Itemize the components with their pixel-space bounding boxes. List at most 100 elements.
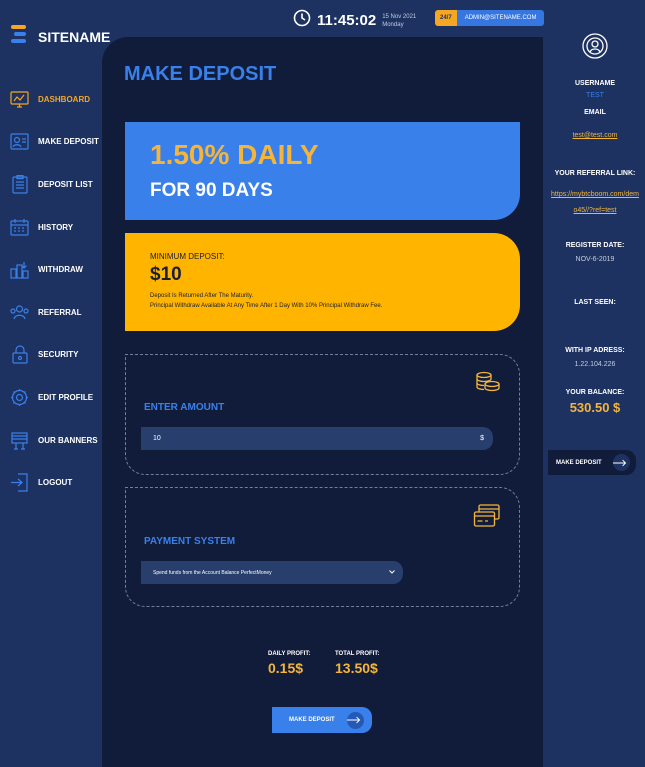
chevron-down-icon [389,569,395,576]
referral-link-cont[interactable]: o45//?ref=test [573,207,616,214]
minimum-deposit-note: Deposit Is Returned After The Maturity. … [150,291,382,311]
brand-name: SITENAME [38,28,111,45]
sidebar-item-security[interactable]: SECURITY [10,334,105,377]
sidebar-item-logout[interactable]: LOGOUT [10,461,105,504]
amount-card: ENTER AMOUNT 10 $ [125,354,520,475]
sidebar-item-label: MAKE DEPOSIT [38,137,99,147]
clock-weekday: Monday [382,21,404,28]
logo-icon [11,24,28,49]
payment-card: PAYMENT SYSTEM Spend funds from the Acco… [125,487,520,607]
clock-date-block: 15 Nov 2021 Monday [382,13,416,29]
sidebar-item-withdraw[interactable]: WITHDRAW [10,248,105,291]
amount-value: 10 [153,435,161,442]
dashboard-icon [10,90,29,109]
email-link[interactable]: test@test.com [573,132,618,139]
clock-time: 11:45:02 [317,12,377,29]
minimum-deposit-value: $10 [150,264,182,285]
profile-register: REGISTER DATE: NOV-6-2019 [545,242,645,263]
gear-icon [10,388,29,407]
plan-rate: 1.50% DAILY [150,139,319,170]
sidebar-item-label: OUR BANNERS [38,435,98,445]
profile-ip: WITH IP ADRESS: 1.22.104.226 [545,347,645,368]
credit-card-icon [473,503,501,534]
logout-icon [10,473,29,492]
username-value: TEST [586,92,604,99]
username-label: USERNAME [574,80,616,87]
referral-link[interactable]: https://mybtcboom.com/dem [551,191,639,198]
withdraw-icon [10,260,29,279]
support-email[interactable]: ADMIN@SITENAME.COM [456,10,545,26]
header-clock: 11:45:02 15 Nov 2021 Monday [293,9,416,32]
ip-value: 1.22.104.226 [574,361,616,368]
make-deposit-button[interactable]: MAKE DEPOSIT [272,707,372,733]
arrow-right-icon [347,711,364,729]
sidebar-item-edit-profile[interactable]: EDIT PROFILE [10,376,105,419]
deposit-icon [10,132,29,151]
clock-icon [293,9,311,32]
sidebar-item-label: DEPOSIT LIST [38,179,93,189]
sidebar-item-make-deposit[interactable]: MAKE DEPOSIT [10,121,105,164]
payment-title: PAYMENT SYSTEM [144,536,236,547]
sidebar-item-referral[interactable]: REFERRAL [10,291,105,334]
profile-balance: YOUR BALANCE: 530.50 $ [545,389,645,415]
sidebar-item-label: WITHDRAW [38,265,83,275]
note-line: Deposit Is Returned After The Maturity. [150,293,254,299]
profile-last-seen: LAST SEEN: [545,299,645,306]
support-badge: 24/7 [435,10,457,26]
note-line: Principal Withdraw Available At Any Time… [150,303,383,309]
sidebar-item-dashboard[interactable]: DASHBOARD [10,78,105,121]
register-date: NOV-6-2019 [575,256,615,263]
sidebar-nav: DASHBOARD MAKE DEPOSIT DEPOSIT LIST HIST… [10,78,105,504]
page-title: MAKE DEPOSIT [124,63,277,85]
referral-label: YOUR REFERRAL LINK: [554,170,636,177]
arrow-right-icon [613,454,630,471]
sidebar-make-deposit-button[interactable]: MAKE DEPOSIT [548,450,636,475]
daily-profit: DAILY PROFIT: 0.15$ [268,651,310,676]
profile-username: USERNAME TEST [545,80,645,99]
main-panel: MAKE DEPOSIT 1.50% DAILY FOR 90 DAYS MIN… [102,37,543,767]
register-label: REGISTER DATE: [565,242,625,249]
total-profit-label: TOTAL PROFIT: [335,651,380,657]
sidebar-item-label: LOGOUT [38,478,73,488]
banner-icon [10,431,29,450]
make-deposit-label: MAKE DEPOSIT [556,459,602,466]
payment-system-select[interactable]: Spend funds from the Account Balance Per… [141,561,403,584]
plan-duration: FOR 90 DAYS [150,180,273,201]
sidebar-item-label: HISTORY [38,222,74,232]
make-deposit-label: MAKE DEPOSIT [289,717,335,723]
profile-referral: YOUR REFERRAL LINK: https://mybtcboom.co… [545,170,645,217]
amount-input[interactable]: 10 $ [141,427,493,450]
balance-value: 530.50 $ [569,400,621,415]
sidebar-item-history[interactable]: HISTORY [10,206,105,249]
amount-title: ENTER AMOUNT [144,402,225,413]
total-profit: TOTAL PROFIT: 13.50$ [335,651,379,676]
daily-profit-label: DAILY PROFIT: [268,651,311,657]
coins-icon [473,370,501,399]
brand[interactable]: SITENAME [11,24,110,49]
list-icon [10,174,29,194]
profile-avatar [545,32,645,65]
email-label: EMAIL [584,109,606,116]
last-seen-label: LAST SEEN: [574,299,616,306]
sidebar-item-label: EDIT PROFILE [38,392,94,402]
balance-label: YOUR BALANCE: [565,389,625,396]
fingerprint-icon [581,33,609,64]
total-profit-value: 13.50$ [335,660,378,676]
sidebar-item-label: REFERRAL [38,307,82,317]
referral-icon [10,303,29,322]
profile-email: EMAIL test@test.com [545,109,645,142]
ip-label: WITH IP ADRESS: [565,347,625,354]
lock-icon [10,345,29,364]
minimum-deposit-label: MINIMUM DEPOSIT: [150,252,225,261]
plan-card: 1.50% DAILY FOR 90 DAYS [125,122,520,220]
payment-selected: Spend funds from the Account Balance Per… [153,569,272,576]
sidebar-item-deposit-list[interactable]: DEPOSIT LIST [10,163,105,206]
sidebar-item-label: SECURITY [38,350,79,360]
clock-date: 15 Nov 2021 [382,13,417,20]
support-contact[interactable]: 24/7 ADMIN@SITENAME.COM [435,10,545,26]
daily-profit-value: 0.15$ [268,660,304,676]
sidebar-item-our-banners[interactable]: OUR BANNERS [10,419,105,462]
sidebar-item-label: DASHBOARD [38,94,90,104]
currency-symbol: $ [480,435,484,442]
calendar-icon [10,218,29,237]
